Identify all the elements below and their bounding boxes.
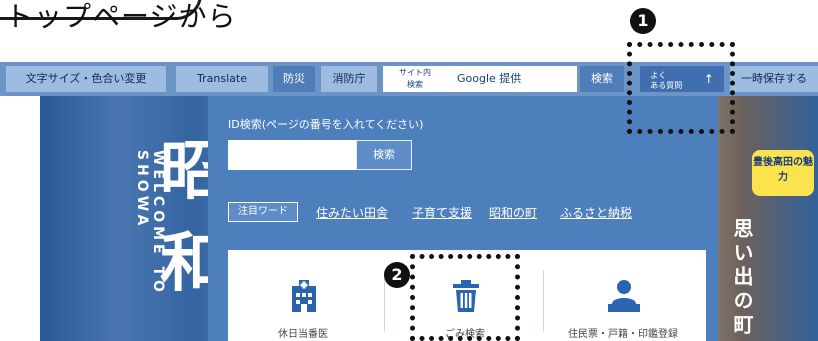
- keyword-link-1[interactable]: 住みたい田舎: [316, 204, 388, 221]
- screenshot-root: WELCOME TO SHOWA 昭 和 豊後高田の魅力 思い出の町 トップペー…: [0, 0, 818, 341]
- marker-2: 2: [384, 262, 410, 288]
- keyword-link-4[interactable]: ふるさと納税: [560, 204, 632, 221]
- site-search-line1: サイト内: [399, 68, 431, 77]
- hospital-icon: [292, 280, 316, 312]
- guide-title: トップページから: [5, 0, 237, 33]
- site-search-button[interactable]: 検索: [580, 66, 624, 92]
- id-search-input[interactable]: [228, 140, 356, 170]
- keyword-link-2[interactable]: 子育て支援: [412, 204, 472, 221]
- highlight-box-2: [410, 254, 520, 341]
- photo-right-vertical-text: 思い出の町: [730, 218, 754, 338]
- card-divider-2: [543, 270, 544, 332]
- keyword-link-3[interactable]: 昭和の町: [489, 204, 537, 221]
- card-holiday-doctor[interactable]: 休日当番医: [228, 250, 378, 341]
- google-search-input[interactable]: Google 提供: [447, 66, 577, 92]
- keyword-badge: 注目ワード: [228, 202, 298, 222]
- disaster-button[interactable]: 防災: [273, 66, 315, 92]
- site-search-line2: 検索: [407, 80, 423, 89]
- translate-button[interactable]: Translate: [176, 66, 268, 92]
- marker-1: 1: [630, 8, 656, 34]
- site-search-label: サイト内 検索: [383, 66, 447, 92]
- highlight-box-1: [627, 42, 735, 134]
- text-size-button[interactable]: 文字サイズ・色合い変更: [6, 66, 166, 92]
- card-label-resident-register: 住民票・戸籍・印鑑登録: [568, 329, 678, 340]
- id-search-label: ID検索(ページの番号を入れてください): [228, 118, 424, 131]
- id-search-button[interactable]: 検索: [356, 140, 412, 170]
- card-resident-register[interactable]: 住民票・戸籍・印鑑登録: [548, 250, 698, 341]
- hazard-button[interactable]: 消防庁: [321, 66, 377, 92]
- save-button[interactable]: 一時保存する: [730, 66, 818, 92]
- card-label-holiday-doctor: 休日当番医: [278, 329, 328, 340]
- photo-badge: 豊後高田の魅力: [752, 150, 814, 196]
- guide-title-tab: トップページから: [0, 0, 235, 33]
- person-counter-icon: [608, 280, 640, 312]
